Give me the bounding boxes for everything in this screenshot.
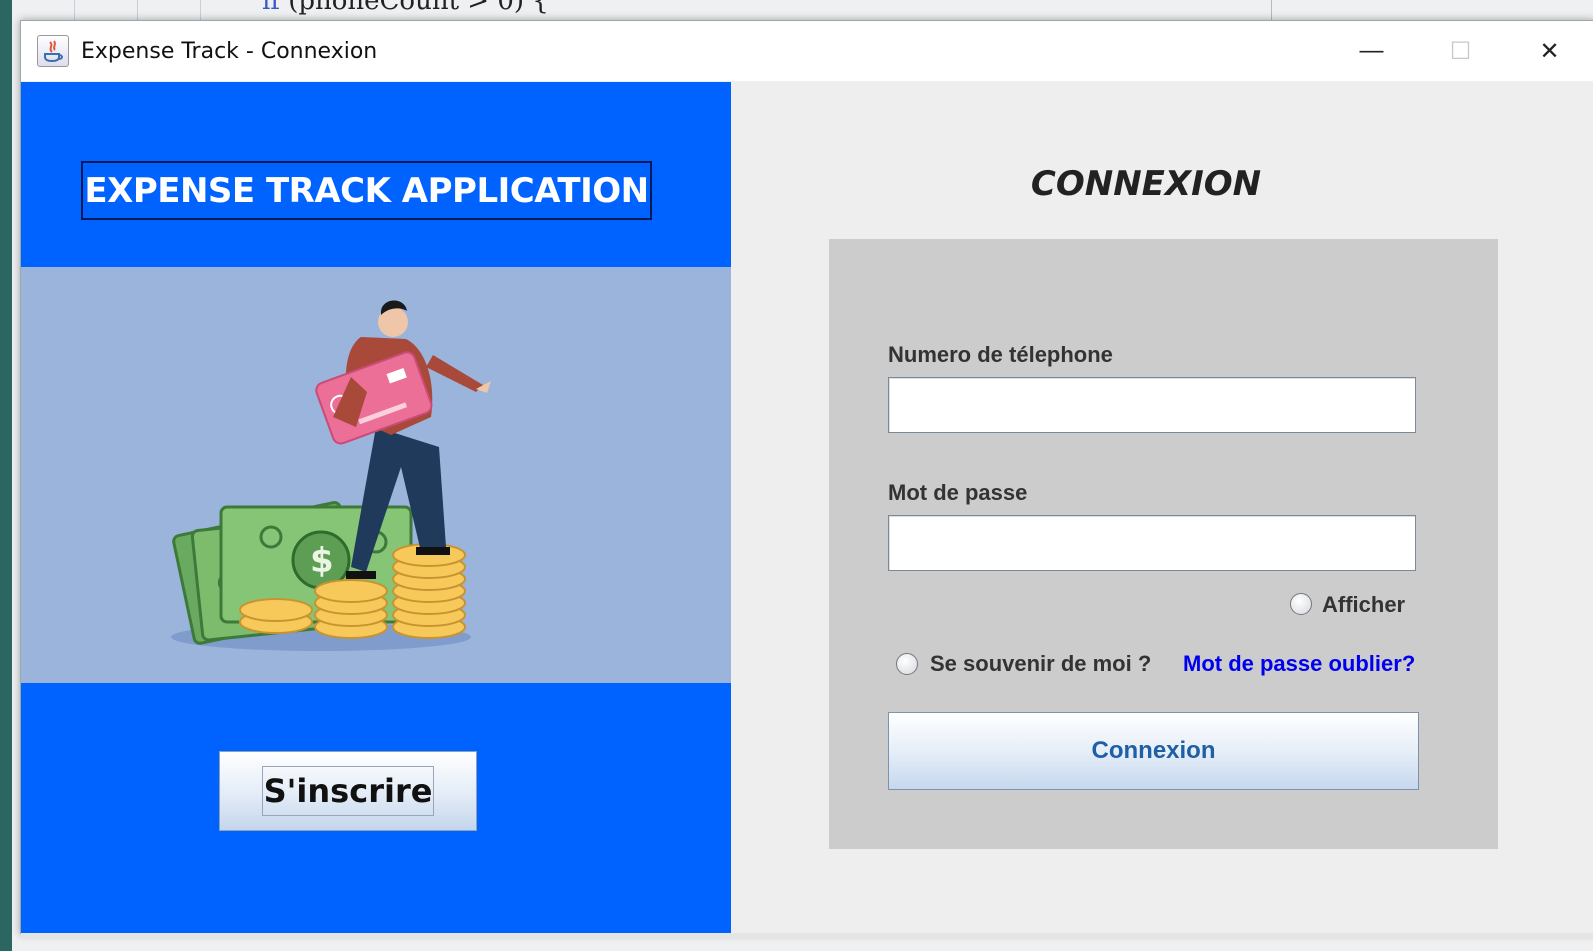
editor-gutter-line [137,0,138,20]
left-panel: EXPENSE TRACK APPLICATION $ S'inscrire [21,82,731,933]
remember-me-label: Se souvenir de moi ? [930,651,1152,676]
app-window: Expense Track - Connexion — ☐ ✕ EXPENSE … [20,20,1593,939]
svg-text:$: $ [310,541,334,581]
editor-gutter-line [200,0,201,20]
editor-gutter-line [74,0,75,20]
right-panel: CONNEXION Numero de télephone Mot de pas… [731,82,1593,933]
window-controls: — ☐ ✕ [1327,21,1593,81]
java-app-icon [37,35,69,67]
close-button[interactable]: ✕ [1505,21,1593,81]
finance-illustration: $ [21,267,731,683]
app-banner: EXPENSE TRACK APPLICATION [81,161,652,220]
show-password-label: Afficher [1322,592,1406,617]
window-bottom-edge [21,933,1593,939]
login-title: CONNEXION [1030,164,1262,204]
show-password-radio[interactable] [1290,593,1312,615]
man-with-card-and-money-icon: $ [171,300,491,651]
remember-me-radio[interactable] [896,653,918,675]
signup-button[interactable]: S'inscrire [219,751,477,831]
login-button[interactable]: Connexion [888,712,1419,790]
signup-button-label: S'inscrire [261,766,435,816]
phone-label: Numero de télephone [888,342,1113,367]
code-keyword: if [262,0,280,16]
title-bar[interactable]: Expense Track - Connexion — ☐ ✕ [21,21,1593,81]
background-code-line: if (phoneCount > 0) { [262,0,549,16]
phone-input[interactable] [888,377,1416,433]
minimize-button[interactable]: — [1327,21,1416,81]
maximize-button[interactable]: ☐ [1416,21,1505,81]
window-title: Expense Track - Connexion [81,38,378,64]
password-label: Mot de passe [888,480,1028,505]
code-text: (phoneCount > 0) { [288,0,549,16]
editor-gutter-line [1271,0,1272,20]
forgot-password-link[interactable]: Mot de passe oublier? [1183,651,1415,677]
login-form-card: Numero de télephone Mot de passe Affiche… [829,239,1498,849]
password-input[interactable] [888,515,1416,571]
